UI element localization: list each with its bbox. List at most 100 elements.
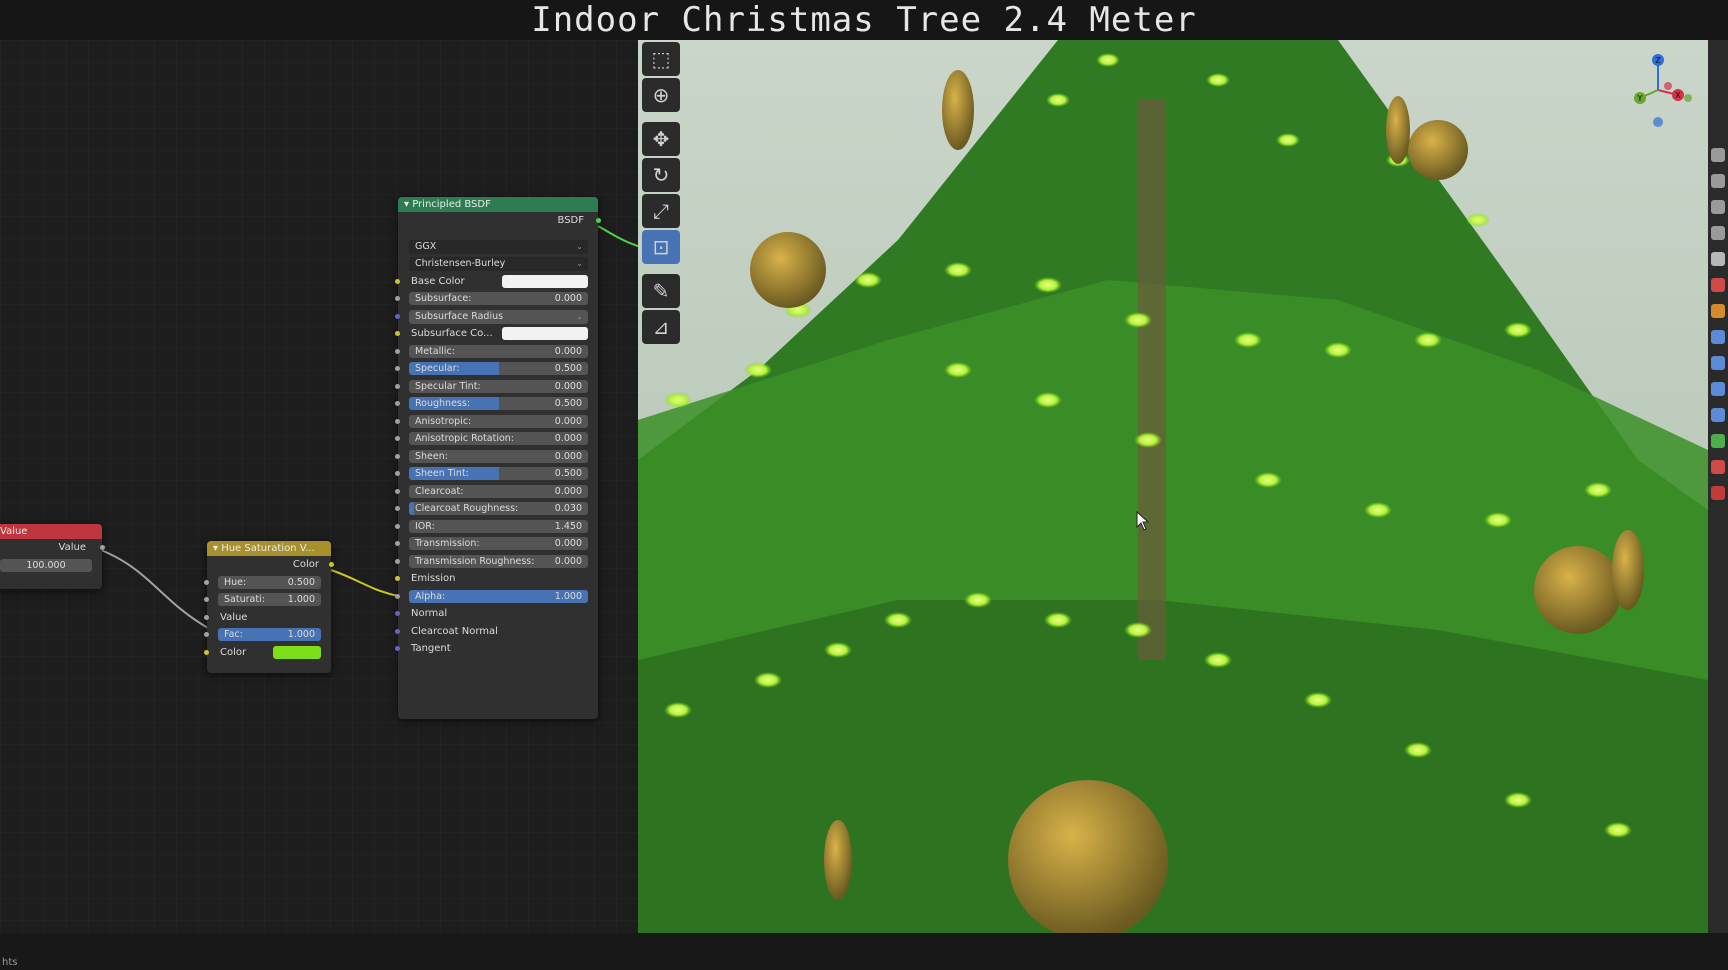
sheen-socket[interactable] (395, 453, 400, 459)
modifier-tab-icon[interactable] (1711, 330, 1725, 344)
scene-tab-icon[interactable] (1711, 252, 1725, 266)
clearcoat-socket[interactable] (395, 488, 400, 494)
constraints-tab-icon[interactable] (1711, 408, 1725, 422)
texture-tab-icon[interactable] (1711, 486, 1725, 500)
alpha-field[interactable]: Alpha: 1.000 (409, 589, 588, 603)
transmission-roughness-field[interactable]: Transmission Roughness: 0.000 (409, 554, 588, 568)
annotate-icon[interactable]: ✎ (642, 274, 680, 308)
clearcoat-roughness-label: Clearcoat Roughness: (415, 503, 519, 514)
subsurface-color-socket[interactable] (395, 331, 400, 336)
subsurface-color-swatch[interactable] (502, 327, 588, 340)
hue-saturation-node[interactable]: ▾ Hue Saturation V... Color Hue: 0.500 S… (204, 541, 334, 673)
rotate-icon[interactable]: ↻ (642, 158, 680, 192)
sheen-tint-socket[interactable] (395, 471, 400, 476)
subsurface-radius-dropdown[interactable]: Subsurface Radius ⌄ (409, 309, 588, 324)
value-node-header[interactable]: Value (0, 524, 102, 539)
anisotropic-socket[interactable] (395, 418, 400, 424)
3d-viewport[interactable]: ⬚ ⊕ ✥ ↻ ⤢ ⊡ ✎ ⊿ Z X Y (638, 40, 1708, 933)
hue-value: 0.500 (287, 576, 315, 588)
roughness-socket[interactable] (395, 401, 400, 406)
specular-tint-socket[interactable] (395, 383, 400, 389)
metallic-socket[interactable] (395, 348, 400, 354)
subsurface-field[interactable]: Subsurface: 0.000 (409, 292, 588, 305)
fac-input-socket[interactable] (204, 632, 209, 637)
value-field[interactable]: 100.000 (0, 558, 92, 572)
world-tab-icon[interactable] (1711, 278, 1725, 292)
sheen-field[interactable]: Sheen: 0.000 (409, 449, 588, 463)
alpha-socket[interactable] (395, 593, 400, 599)
clearcoat-field[interactable]: Clearcoat: 0.000 (409, 484, 588, 498)
roughness-field[interactable]: Roughness: 0.500 (409, 397, 588, 410)
base-color-swatch[interactable] (502, 274, 588, 288)
ior-field[interactable]: IOR: 1.450 (409, 519, 588, 533)
physics-tab-icon[interactable] (1711, 382, 1725, 396)
cursor-icon[interactable]: ⊕ (642, 78, 680, 112)
hue-sat-color-swatch[interactable] (273, 645, 321, 659)
transmission-field[interactable]: Transmission: 0.000 (409, 537, 588, 550)
color-input-socket[interactable] (204, 649, 209, 655)
transform-icon[interactable]: ⊡ (642, 230, 680, 264)
emission-socket[interactable] (395, 576, 400, 581)
navigation-gizmo[interactable]: Z X Y (1618, 50, 1698, 130)
value-input-socket[interactable] (204, 614, 209, 620)
saturation-input-socket[interactable] (204, 597, 209, 602)
fac-field[interactable]: Fac: 1.000 (218, 628, 321, 641)
metallic-label: Metallic: (415, 345, 455, 357)
shader-node-editor[interactable]: Value Value 100.000 ▾ Hue Saturation V..… (0, 40, 638, 933)
anisotropic-rotation-field[interactable]: Anisotropic Rotation: 0.000 (409, 432, 588, 445)
object-tab-icon[interactable] (1711, 304, 1725, 318)
move-icon[interactable]: ✥ (642, 122, 680, 156)
normal-socket[interactable] (395, 611, 400, 616)
scale-icon[interactable]: ⤢ (642, 194, 680, 228)
anisotropic-rotation-socket[interactable] (395, 436, 400, 441)
clearcoat-normal-socket[interactable] (395, 628, 400, 634)
transmission-roughness-socket[interactable] (395, 558, 400, 564)
specular-tint-label: Specular Tint: (415, 380, 481, 392)
fac-label: Fac: (224, 629, 243, 640)
saturation-field[interactable]: Saturati: 1.000 (218, 593, 321, 606)
measure-icon[interactable]: ⊿ (642, 310, 680, 344)
base-color-socket[interactable] (395, 278, 400, 284)
principled-bsdf-header[interactable]: ▾ Principled BSDF (398, 197, 598, 212)
value-node[interactable]: Value Value 100.000 (0, 524, 105, 589)
data-tab-icon[interactable] (1711, 434, 1725, 448)
value-node-title: Value (0, 526, 28, 537)
collapse-arrow-icon[interactable]: ▾ (213, 543, 221, 554)
collapse-arrow-icon[interactable]: ▾ (404, 199, 412, 210)
clearcoat-roughness-field[interactable]: Clearcoat Roughness: 0.030 (409, 502, 588, 515)
specular-socket[interactable] (395, 366, 400, 371)
subsurface-method-dropdown[interactable]: Christensen-Burley ⌄ (409, 257, 588, 271)
select-box-icon[interactable]: ⬚ (642, 42, 680, 76)
metallic-field[interactable]: Metallic: 0.000 (409, 344, 588, 358)
sheen-tint-field[interactable]: Sheen Tint: 0.500 (409, 467, 588, 480)
material-tab-icon[interactable] (1711, 460, 1725, 474)
render-tab-icon[interactable] (1711, 174, 1725, 188)
output-tab-icon[interactable] (1711, 200, 1725, 214)
hue-input-socket[interactable] (204, 579, 209, 585)
hue-label: Hue: (224, 576, 247, 588)
subsurface-label: Subsurface: (415, 293, 472, 304)
clearcoat-roughness-socket[interactable] (395, 506, 400, 511)
hue-saturation-header[interactable]: ▾ Hue Saturation V... (207, 541, 331, 556)
principled-bsdf-node[interactable]: ▾ Principled BSDF BSDF GGX ⌄ Christensen-… (395, 197, 601, 719)
distribution-dropdown[interactable]: GGX ⌄ (409, 239, 588, 254)
tool-tab-icon[interactable] (1711, 148, 1725, 162)
subsurface-radius-socket[interactable] (395, 313, 400, 319)
subsurface-socket[interactable] (395, 296, 400, 301)
value-output-socket[interactable] (100, 545, 105, 550)
particles-tab-icon[interactable] (1711, 356, 1725, 370)
tangent-socket[interactable] (395, 646, 400, 651)
hue-sat-color-output-socket[interactable] (329, 562, 334, 567)
anisotropic-field[interactable]: Anisotropic: 0.000 (409, 414, 588, 428)
view-layer-tab-icon[interactable] (1711, 226, 1725, 240)
hue-field[interactable]: Hue: 0.500 (218, 575, 321, 589)
specular-tint-field[interactable]: Specular Tint: 0.000 (409, 379, 588, 393)
link-hue-color-to-emission (330, 569, 399, 597)
roughness-value: 0.500 (554, 398, 582, 409)
transmission-label: Transmission: (415, 538, 480, 549)
hue-sat-output-label: Color (292, 559, 319, 570)
bsdf-output-socket[interactable] (596, 218, 601, 223)
specular-field[interactable]: Specular: 0.500 (409, 362, 588, 375)
ior-socket[interactable] (395, 523, 400, 529)
transmission-socket[interactable] (395, 541, 400, 546)
